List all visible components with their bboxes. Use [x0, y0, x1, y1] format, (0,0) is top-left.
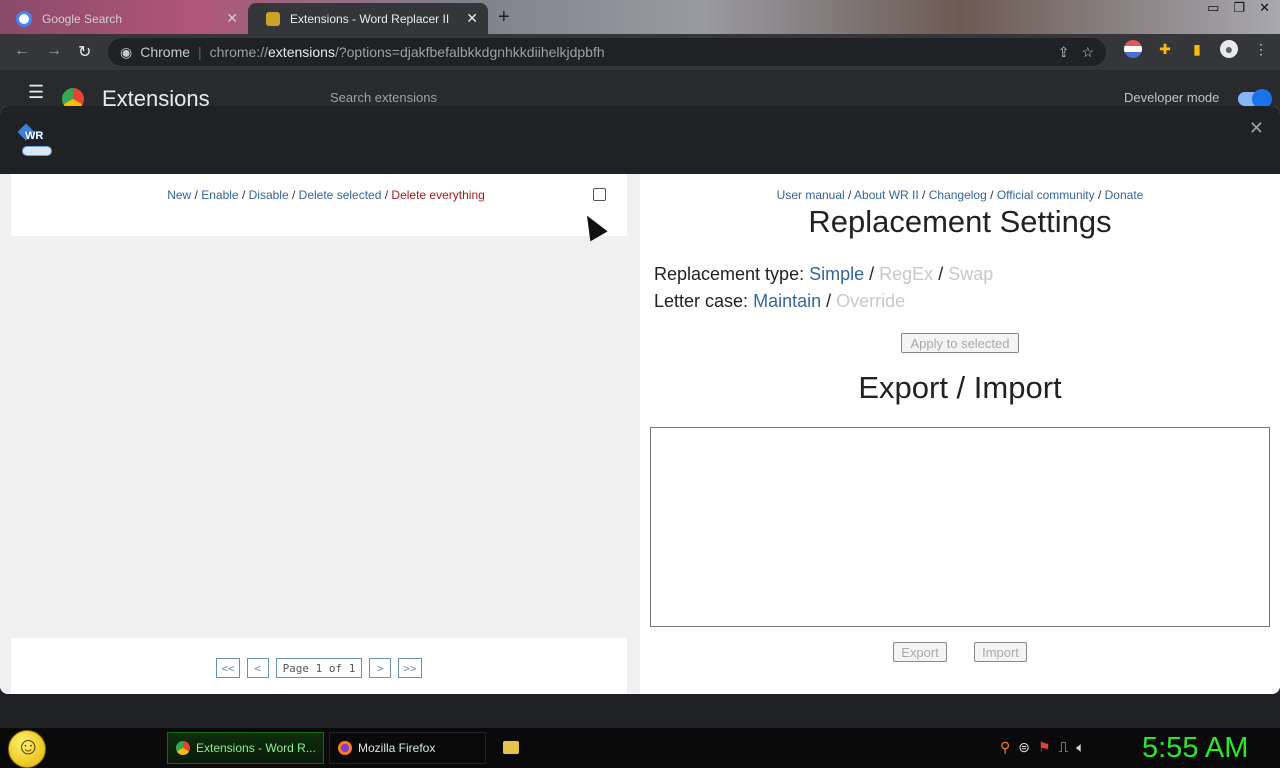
settings-panel: User manual / About WR II / Changelog / …: [640, 174, 1280, 694]
extension-icon[interactable]: [1124, 40, 1142, 58]
dialog-header: WR ✕: [0, 106, 1280, 174]
last-page-button[interactable]: >>: [398, 658, 422, 678]
word-replacer-logo: WR: [17, 123, 54, 158]
type-simple-option[interactable]: Simple: [809, 264, 864, 284]
export-import-textarea[interactable]: [650, 427, 1270, 627]
extensions-header: ☰ Extensions Search extensions Developer…: [0, 70, 1280, 111]
url-origin-label: Chrome: [140, 44, 191, 60]
logo-text: WR: [25, 130, 44, 142]
firefox-icon: [338, 741, 352, 755]
status-icon[interactable]: ⊜: [1018, 739, 1030, 756]
browser-tab-strip: Google Search ✕ Extensions - Word Replac…: [0, 0, 1280, 34]
hamburger-menu-icon[interactable]: ☰: [28, 82, 44, 103]
google-icon: [16, 10, 32, 27]
bookmark-star-icon[interactable]: ☆: [1081, 44, 1094, 61]
delete-selected-link[interactable]: Delete selected: [299, 188, 382, 202]
window-controls: ▭ ❐ ✕: [1207, 0, 1270, 16]
menu-kebab-icon[interactable]: ⋮: [1252, 40, 1270, 58]
close-icon[interactable]: ✕: [466, 10, 478, 27]
info-links: User manual / About WR II / Changelog / …: [776, 188, 1144, 202]
import-button[interactable]: Import: [974, 642, 1027, 662]
pagination-bar: << < Page 1 of 1 > >>: [11, 638, 627, 694]
chrome-icon: [176, 741, 190, 755]
community-link[interactable]: Official community: [997, 188, 1095, 202]
chrome-site-icon: ◉: [120, 43, 133, 60]
page-indicator: Page 1 of 1: [275, 658, 363, 678]
close-window-icon[interactable]: ✕: [1259, 0, 1270, 16]
changelog-link[interactable]: Changelog: [929, 188, 987, 202]
tab-extensions[interactable]: Extensions - Word Replacer II ✕: [248, 3, 488, 34]
case-override-option[interactable]: Override: [836, 291, 905, 311]
options-dialog: WR ✕ New / Enable / Disable / Delete sel…: [0, 106, 1280, 694]
export-import-title: Export / Import: [858, 370, 1062, 405]
replacement-type-label: Replacement type:: [654, 264, 805, 284]
profile-avatar-icon[interactable]: ●: [1220, 40, 1238, 58]
close-icon[interactable]: ✕: [226, 10, 238, 27]
puzzle-icon: [266, 11, 280, 26]
pager: << < Page 1 of 1 > >>: [11, 658, 627, 678]
url-scheme: chrome://: [209, 44, 269, 60]
enable-link[interactable]: Enable: [201, 188, 238, 202]
minimize-icon[interactable]: ▭: [1207, 0, 1219, 16]
taskbar-item-label: Extensions - Word R...: [196, 741, 316, 755]
logo-cloud: [22, 146, 52, 156]
side-panel-icon[interactable]: ▮: [1188, 40, 1206, 58]
developer-mode-toggle[interactable]: [1238, 89, 1272, 109]
first-page-button[interactable]: <<: [216, 658, 240, 678]
select-all-checkbox[interactable]: [593, 188, 606, 201]
next-page-button[interactable]: >: [369, 658, 392, 678]
prev-page-button[interactable]: <: [246, 658, 269, 678]
tab-title: Google Search: [42, 11, 123, 26]
browser-toolbar: ← → ↻ ◉ Chrome | chrome://extensions/?op…: [0, 34, 1280, 70]
about-link[interactable]: About WR II: [854, 188, 919, 202]
new-tab-button[interactable]: +: [498, 6, 510, 29]
forward-icon[interactable]: →: [46, 42, 62, 60]
type-regex-option[interactable]: RegEx: [879, 264, 933, 284]
new-link[interactable]: New: [167, 188, 191, 202]
apply-to-selected-button[interactable]: Apply to selected: [901, 333, 1019, 353]
taskbar: Extensions - Word R... Mozilla Firefox ⚲…: [0, 728, 1280, 768]
flag-icon[interactable]: ⚑: [1038, 739, 1051, 756]
delete-everything-link[interactable]: Delete everything: [391, 188, 484, 202]
tab-title: Extensions - Word Replacer II: [290, 11, 450, 26]
clock: 5:55 AM: [1142, 732, 1249, 764]
url-host: extensions: [268, 44, 335, 60]
folder-icon[interactable]: [503, 741, 519, 754]
list-actions-bar: New / Enable / Disable / Delete selected…: [11, 174, 627, 236]
close-icon[interactable]: ✕: [1249, 118, 1264, 139]
puzzle-extensions-icon[interactable]: ✚: [1156, 40, 1174, 58]
type-swap-option[interactable]: Swap: [948, 264, 993, 284]
case-maintain-option[interactable]: Maintain: [753, 291, 821, 311]
donate-link[interactable]: Donate: [1105, 188, 1144, 202]
replacement-list-panel: New / Enable / Disable / Delete selected…: [0, 174, 640, 694]
url-separator: |: [198, 44, 202, 60]
search-icon[interactable]: ⚲: [1000, 739, 1010, 756]
search-extensions-input[interactable]: Search extensions: [330, 90, 437, 105]
network-icon[interactable]: ⎍: [1059, 739, 1069, 756]
replacement-type-row: Replacement type: Simple / RegEx / Swap: [654, 264, 994, 284]
address-bar[interactable]: ◉ Chrome | chrome://extensions/?options=…: [108, 38, 1106, 66]
letter-case-row: Letter case: Maintain / Override: [654, 291, 906, 311]
tab-google-search[interactable]: Google Search ✕: [8, 3, 248, 34]
volume-icon[interactable]: 🔈︎: [1076, 739, 1084, 756]
export-button[interactable]: Export: [893, 642, 947, 662]
settings-title: Replacement Settings: [808, 204, 1112, 239]
user-manual-link[interactable]: User manual: [777, 188, 845, 202]
system-tray: ⚲ ⊜ ⚑ ⎍ 🔈︎: [1000, 739, 1085, 756]
start-menu-smiley-icon[interactable]: [8, 730, 46, 768]
back-icon[interactable]: ←: [14, 42, 30, 60]
url-path: /?options=djakfbefalbkkdgnhkkdiihelkjdpb…: [334, 44, 605, 60]
developer-mode-label: Developer mode: [1124, 90, 1220, 105]
toolbar-icons: ✚ ▮ ● ⋮: [1124, 40, 1270, 58]
taskbar-item-label: Mozilla Firefox: [358, 741, 436, 755]
letter-case-label: Letter case:: [654, 291, 749, 311]
taskbar-item-firefox[interactable]: Mozilla Firefox: [329, 732, 486, 764]
reload-icon[interactable]: ↻: [78, 42, 91, 62]
taskbar-item-chrome[interactable]: Extensions - Word R...: [167, 732, 324, 764]
share-icon[interactable]: ⇪: [1058, 44, 1070, 61]
list-action-links: New / Enable / Disable / Delete selected…: [167, 188, 485, 202]
restore-icon[interactable]: ❐: [1233, 0, 1245, 16]
disable-link[interactable]: Disable: [249, 188, 289, 202]
